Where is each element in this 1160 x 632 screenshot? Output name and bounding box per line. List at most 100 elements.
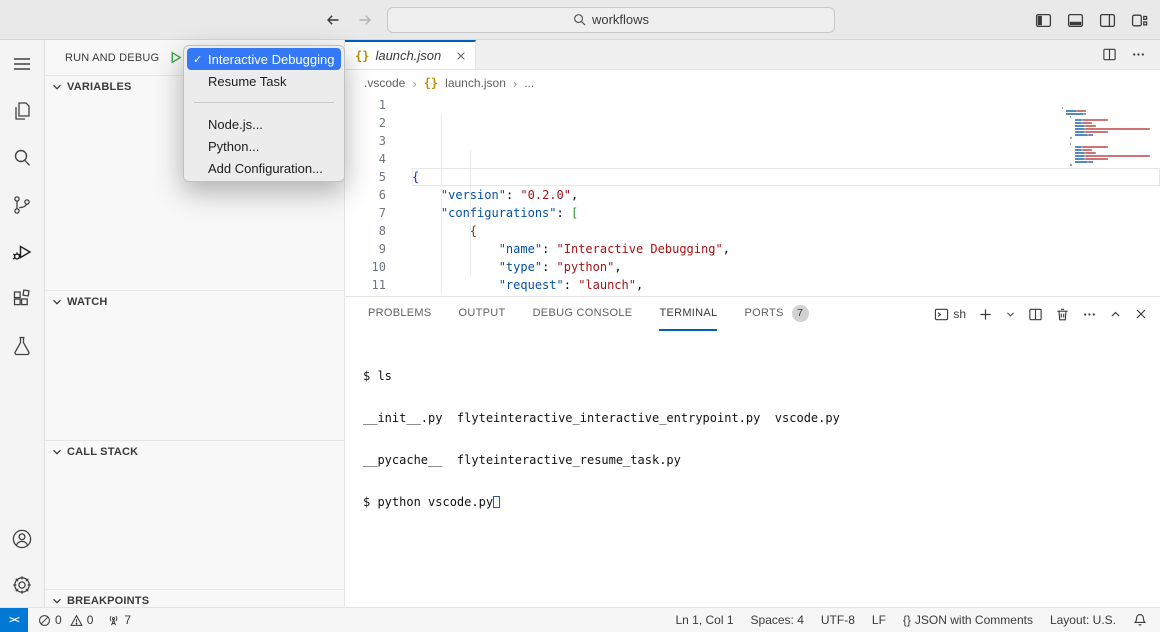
active-terminal-item[interactable]: sh bbox=[934, 307, 966, 322]
debug-config-dropdown: ✓ Interactive Debugging Resume Task Node… bbox=[183, 45, 345, 182]
code-line[interactable]: { bbox=[412, 222, 1160, 240]
checkmark-icon: ✓ bbox=[193, 53, 208, 66]
breadcrumb-file[interactable]: launch.json bbox=[445, 76, 506, 90]
menu-item-resume-task[interactable]: Resume Task bbox=[187, 70, 341, 92]
minimap-line bbox=[1062, 103, 1150, 105]
json-file-icon: {} bbox=[355, 49, 369, 63]
settings-gear-icon[interactable] bbox=[10, 573, 34, 597]
line-number: 5 bbox=[345, 168, 386, 186]
line-number: 1 bbox=[345, 96, 386, 114]
language-mode-status[interactable]: {} JSON with Comments bbox=[903, 613, 1033, 627]
code-line[interactable]: { bbox=[412, 168, 1160, 186]
start-debugging-button[interactable] bbox=[168, 50, 183, 65]
eol-status[interactable]: LF bbox=[872, 613, 886, 627]
radio-tower-icon bbox=[107, 614, 120, 627]
minimap-line bbox=[1062, 115, 1150, 117]
breadcrumb-folder[interactable]: .vscode bbox=[364, 76, 405, 90]
split-editor-icon[interactable] bbox=[1102, 47, 1117, 62]
remote-indicator[interactable]: >< bbox=[0, 608, 28, 632]
back-arrow-icon[interactable] bbox=[325, 12, 341, 28]
more-actions-icon[interactable] bbox=[1131, 47, 1146, 62]
split-terminal-icon[interactable] bbox=[1028, 307, 1043, 322]
indent-guide bbox=[470, 150, 471, 276]
tab-debug-console[interactable]: DEBUG CONSOLE bbox=[533, 297, 633, 331]
tab-launch-json[interactable]: {} launch.json bbox=[345, 40, 476, 69]
tab-problems[interactable]: PROBLEMS bbox=[368, 297, 432, 331]
tab-output[interactable]: OUTPUT bbox=[459, 297, 506, 331]
indent-guide bbox=[441, 114, 442, 294]
menu-item-interactive-debugging[interactable]: ✓ Interactive Debugging bbox=[187, 48, 341, 70]
account-icon[interactable] bbox=[10, 527, 34, 551]
toggle-secondary-sidebar-icon[interactable] bbox=[1099, 12, 1116, 29]
breadcrumb-symbol[interactable]: ... bbox=[524, 76, 534, 90]
bottom-panel: PROBLEMS OUTPUT DEBUG CONSOLE TERMINAL P… bbox=[345, 296, 1160, 607]
watch-section-header[interactable]: WATCH bbox=[45, 291, 344, 313]
code-line[interactable]: "configurations": [ bbox=[412, 204, 1160, 222]
menu-item-nodejs[interactable]: Node.js... bbox=[187, 113, 341, 135]
toggle-panel-icon[interactable] bbox=[1067, 12, 1084, 29]
explorer-icon[interactable] bbox=[10, 99, 34, 123]
close-panel-icon[interactable] bbox=[1134, 307, 1148, 321]
line-number: 3 bbox=[345, 132, 386, 150]
breadcrumb: .vscode › {} launch.json › ... bbox=[345, 70, 1160, 96]
kill-terminal-trash-icon[interactable] bbox=[1055, 307, 1070, 322]
menu-divider bbox=[194, 102, 334, 103]
line-number: 6 bbox=[345, 186, 386, 204]
line-number: 2 bbox=[345, 114, 386, 132]
code-line[interactable]: "type": "python", bbox=[412, 258, 1160, 276]
testing-icon[interactable] bbox=[10, 334, 34, 358]
source-control-icon[interactable] bbox=[10, 193, 34, 217]
menu-item-add-configuration[interactable]: Add Configuration... bbox=[187, 157, 341, 179]
forwarded-ports-status[interactable]: 7 bbox=[107, 613, 131, 627]
line-number: 10 bbox=[345, 258, 386, 276]
terminal-output[interactable]: $ ls __init__.py flyteinteractive_intera… bbox=[345, 331, 1160, 607]
indentation-status[interactable]: Spaces: 4 bbox=[751, 613, 804, 627]
menu-item-python[interactable]: Python... bbox=[187, 135, 341, 157]
close-tab-icon[interactable] bbox=[455, 50, 467, 62]
search-view-icon[interactable] bbox=[10, 146, 34, 170]
extensions-icon[interactable] bbox=[10, 287, 34, 311]
code-line[interactable]: "request": "launch", bbox=[412, 276, 1160, 294]
code-lines[interactable]: { "version": "0.2.0", "configurations": … bbox=[412, 96, 1160, 296]
breakpoints-section-header[interactable]: BREAKPOINTS bbox=[45, 590, 344, 607]
line-number: 8 bbox=[345, 222, 386, 240]
menu-icon[interactable] bbox=[10, 52, 34, 76]
ports-badge: 7 bbox=[792, 305, 809, 322]
customize-layout-icon[interactable] bbox=[1131, 12, 1148, 29]
toggle-sidebar-icon[interactable] bbox=[1035, 12, 1052, 29]
panel-more-actions-icon[interactable] bbox=[1082, 307, 1097, 322]
code-editor: 1234567891011 { "version": "0.2.0", "con… bbox=[345, 96, 1160, 296]
encoding-status[interactable]: UTF-8 bbox=[821, 613, 855, 627]
status-bar: >< 0 0 7 Ln 1, Col 1 Spaces: 4 UTF-8 LF … bbox=[0, 607, 1160, 632]
keyboard-layout-status[interactable]: Layout: U.S. bbox=[1050, 613, 1116, 627]
minimap[interactable] bbox=[1058, 98, 1150, 160]
tab-terminal[interactable]: TERMINAL bbox=[659, 297, 717, 331]
minimap-line bbox=[1062, 100, 1150, 102]
run-and-debug-icon[interactable] bbox=[10, 240, 34, 264]
terminal-cursor bbox=[493, 496, 500, 508]
terminal-line: __pycache__ flyteinteractive_resume_task… bbox=[363, 453, 1160, 467]
maximize-panel-icon[interactable] bbox=[1109, 308, 1122, 321]
problems-status[interactable]: 0 0 bbox=[38, 613, 93, 627]
forward-arrow-icon[interactable] bbox=[357, 12, 373, 28]
new-terminal-button[interactable] bbox=[978, 307, 993, 322]
breakpoints-section: BREAKPOINTS bbox=[45, 589, 344, 607]
cursor-position-status[interactable]: Ln 1, Col 1 bbox=[675, 613, 733, 627]
tab-ports[interactable]: PORTS 7 bbox=[744, 297, 808, 331]
code-line[interactable]: "program": "/root/workflows/flyteinterac… bbox=[412, 294, 1160, 296]
activity-bar bbox=[0, 40, 45, 607]
terminal-line: __init__.py flyteinteractive_interactive… bbox=[363, 411, 1160, 425]
terminal-dropdown-chevron-icon[interactable] bbox=[1005, 309, 1016, 320]
notifications-bell-icon[interactable] bbox=[1133, 613, 1147, 627]
terminal-line: $ ls bbox=[363, 369, 1160, 383]
editor-tab-bar: {} launch.json bbox=[345, 40, 1160, 70]
watch-section: WATCH bbox=[45, 290, 344, 440]
call-stack-section-header[interactable]: CALL STACK bbox=[45, 441, 344, 463]
code-line[interactable]: "name": "Interactive Debugging", bbox=[412, 240, 1160, 258]
error-icon bbox=[38, 614, 51, 627]
command-center-search[interactable]: workflows bbox=[387, 7, 835, 33]
json-file-icon: {} bbox=[424, 76, 438, 90]
code-line[interactable]: "version": "0.2.0", bbox=[412, 186, 1160, 204]
line-numbers[interactable]: 1234567891011 bbox=[345, 96, 412, 296]
chevron-down-icon bbox=[49, 79, 65, 95]
